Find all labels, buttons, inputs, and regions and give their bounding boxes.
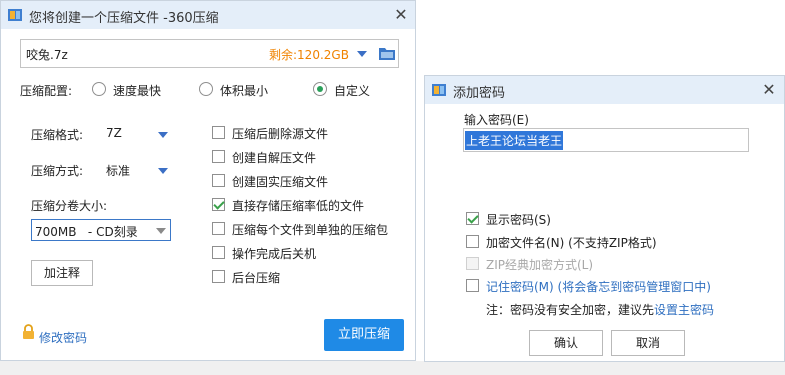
volume-value: 700MB - CD刻录 xyxy=(35,225,138,239)
radio-smallest[interactable] xyxy=(199,82,213,96)
opt-separate-archives-checkbox[interactable] xyxy=(212,222,225,235)
encrypt-filenames-checkbox[interactable] xyxy=(466,235,479,248)
file-name-field[interactable]: 咬兔.7z 剩余:120.2GB xyxy=(20,39,399,68)
password-input[interactable]: 上老王论坛当老王 xyxy=(463,128,749,152)
file-name-value: 咬兔.7z xyxy=(26,48,68,62)
background-bottom-strip xyxy=(0,361,785,375)
cancel-label: 取消 xyxy=(635,336,660,350)
compress-now-label: 立即压缩 xyxy=(337,327,390,342)
add-comment-button[interactable]: 加注释 xyxy=(31,260,93,286)
opt-separate-archives-label[interactable]: 压缩每个文件到单独的压缩包 xyxy=(232,221,388,238)
opt-background-checkbox[interactable] xyxy=(212,270,225,283)
opt-solid-checkbox[interactable] xyxy=(212,174,225,187)
compress-now-button[interactable]: 立即压缩 xyxy=(324,319,404,351)
volume-dropdown-icon[interactable] xyxy=(156,228,166,234)
free-space-label: 剩余:120.2GB xyxy=(269,48,349,62)
set-master-password-link[interactable]: 设置主密码 xyxy=(654,301,714,318)
confirm-button[interactable]: 确认 xyxy=(529,330,603,356)
password-dialog-title: 添加密码 xyxy=(453,86,506,101)
close-icon[interactable]: ✕ xyxy=(761,82,777,98)
folder-icon[interactable] xyxy=(379,46,395,60)
radio-fastest-label[interactable]: 速度最快 xyxy=(113,82,161,99)
opt-shutdown-checkbox[interactable] xyxy=(212,246,225,259)
opt-shutdown-label[interactable]: 操作完成后关机 xyxy=(232,245,316,262)
encrypt-filenames-label[interactable]: 加密文件名(N) (不支持ZIP格式) xyxy=(486,234,657,251)
opt-delete-source-label[interactable]: 压缩后删除源文件 xyxy=(232,125,328,142)
radio-fastest[interactable] xyxy=(92,82,106,96)
volume-select[interactable]: 700MB - CD刻录 xyxy=(31,219,171,241)
password-dialog-titlebar: 添加密码 ✕ xyxy=(425,76,784,104)
format-dropdown-icon[interactable] xyxy=(158,132,168,138)
security-note-text: 注：密码没有安全加密，建议先 xyxy=(486,303,655,317)
compress-dialog: 您将创建一个压缩文件 -360压缩 ✕ 咬兔.7z 剩余:120.2GB 压缩配… xyxy=(0,0,416,361)
format-label: 压缩格式: xyxy=(31,128,84,142)
password-input-value: 上老王论坛当老王 xyxy=(465,131,564,150)
opt-self-extract-label[interactable]: 创建自解压文件 xyxy=(232,149,316,166)
lock-icon xyxy=(23,324,34,339)
close-icon[interactable]: ✕ xyxy=(393,7,409,23)
opt-solid-label[interactable]: 创建固实压缩文件 xyxy=(232,173,328,190)
method-dropdown-icon[interactable] xyxy=(158,168,168,174)
radio-smallest-label[interactable]: 体积最小 xyxy=(220,82,268,99)
password-input-label: 输入密码(E) xyxy=(464,113,529,127)
path-dropdown-icon[interactable] xyxy=(357,51,367,57)
archive-icon xyxy=(432,84,446,96)
archive-icon xyxy=(8,9,22,21)
remember-password-label[interactable]: 记住密码(M) (将会备忘到密码管理窗口中) xyxy=(486,278,711,295)
compress-dialog-titlebar: 您将创建一个压缩文件 -360压缩 ✕ xyxy=(1,1,415,29)
zip-classic-checkbox[interactable] xyxy=(466,257,479,270)
opt-self-extract-checkbox[interactable] xyxy=(212,150,225,163)
opt-store-low-ratio-label[interactable]: 直接存储压缩率低的文件 xyxy=(232,197,364,214)
method-label: 压缩方式: xyxy=(31,164,84,178)
format-select[interactable]: 7Z xyxy=(106,126,122,140)
confirm-label: 确认 xyxy=(553,336,578,350)
add-comment-label: 加注释 xyxy=(43,266,80,280)
show-password-checkbox[interactable] xyxy=(466,212,479,225)
opt-store-low-ratio-checkbox[interactable] xyxy=(212,198,225,211)
radio-custom[interactable] xyxy=(313,82,327,96)
change-password-link[interactable]: 修改密码 xyxy=(39,329,87,346)
radio-custom-label[interactable]: 自定义 xyxy=(334,82,370,99)
password-dialog: 添加密码 ✕ 输入密码(E) 上老王论坛当老王 显示密码(S) 加密文件名(N)… xyxy=(424,75,785,362)
zip-classic-label: ZIP经典加密方式(L) xyxy=(486,258,594,272)
config-label: 压缩配置: xyxy=(20,84,73,98)
remember-password-checkbox[interactable] xyxy=(466,279,479,292)
opt-background-label[interactable]: 后台压缩 xyxy=(232,269,280,286)
compress-dialog-title: 您将创建一个压缩文件 -360压缩 xyxy=(29,11,219,26)
cancel-button[interactable]: 取消 xyxy=(611,330,685,356)
volume-label: 压缩分卷大小: xyxy=(31,199,108,213)
opt-delete-source-checkbox[interactable] xyxy=(212,126,225,139)
show-password-label[interactable]: 显示密码(S) xyxy=(486,211,551,228)
method-select[interactable]: 标准 xyxy=(106,162,130,179)
